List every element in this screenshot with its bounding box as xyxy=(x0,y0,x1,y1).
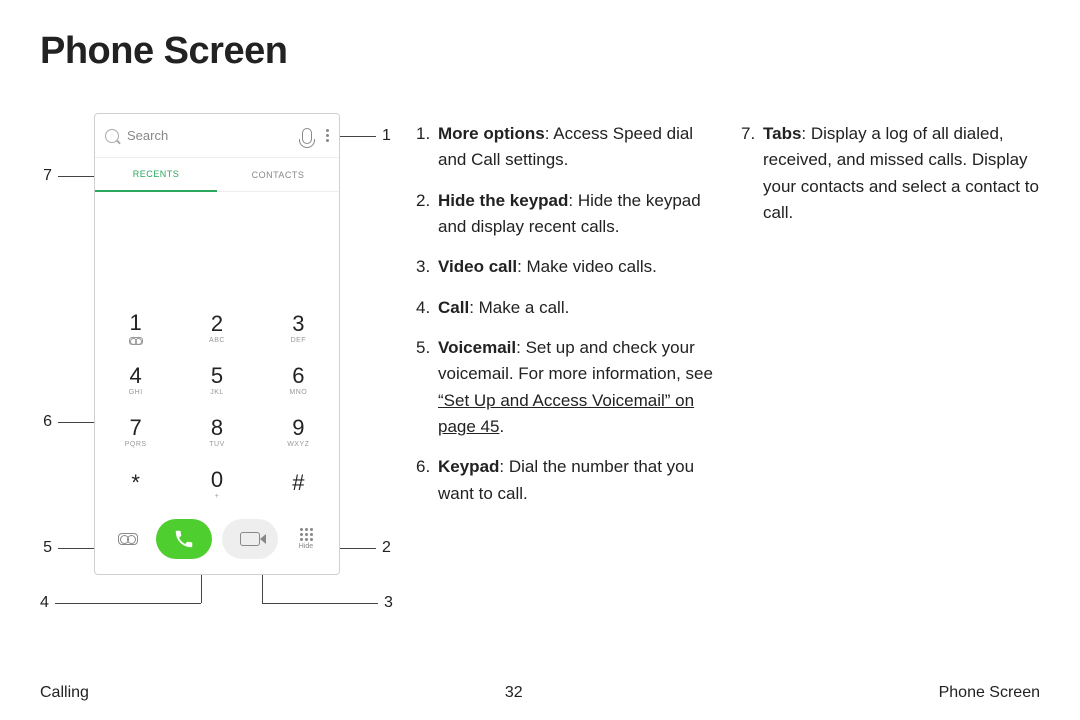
key-4: 4GHI xyxy=(95,354,176,406)
content-row: Search RECENTS CONTACTS 1 2ABC 3DEF 4GHI… xyxy=(40,113,1040,623)
desc-item-1: 1. More options: Access Speed dial and C… xyxy=(416,121,715,174)
phone-diagram: Search RECENTS CONTACTS 1 2ABC 3DEF 4GHI… xyxy=(40,113,396,623)
desc-col-1: 1. More options: Access Speed dial and C… xyxy=(416,121,715,623)
footer-left: Calling xyxy=(40,684,89,702)
key-2: 2ABC xyxy=(176,302,257,354)
key-hash: # xyxy=(258,458,339,510)
desc-item-4: 4. Call: Make a call. xyxy=(416,295,715,321)
more-options-icon xyxy=(326,129,329,142)
phone-action-row: Hide xyxy=(95,510,339,574)
phone-mock: Search RECENTS CONTACTS 1 2ABC 3DEF 4GHI… xyxy=(94,113,340,575)
phone-blank-area xyxy=(95,192,339,302)
search-icon xyxy=(105,129,119,143)
key-8: 8TUV xyxy=(176,406,257,458)
phone-icon xyxy=(173,528,195,550)
desc-item-5: 5. Voicemail: Set up and check your voic… xyxy=(416,335,715,440)
callout-lead-2: 2 xyxy=(340,539,396,557)
tab-recents: RECENTS xyxy=(95,158,217,192)
callout-lead-1: 1 xyxy=(340,127,396,145)
key-0: 0+ xyxy=(176,458,257,510)
key-9: 9WXYZ xyxy=(258,406,339,458)
desc-item-2: 2. Hide the keypad: Hide the keypad and … xyxy=(416,188,715,241)
key-1: 1 xyxy=(95,302,176,354)
footer-page-number: 32 xyxy=(505,684,523,702)
key-6: 6MNO xyxy=(258,354,339,406)
voicemail-icon xyxy=(118,533,138,545)
callout-lead-4: 4 xyxy=(40,594,201,612)
callout-lead-5: 5 xyxy=(40,539,94,557)
key-5: 5JKL xyxy=(176,354,257,406)
footer-right: Phone Screen xyxy=(939,684,1040,702)
phone-search-placeholder: Search xyxy=(127,128,302,143)
page-footer: Calling 32 Phone Screen xyxy=(40,684,1040,702)
callout-lead-6: 6 xyxy=(40,413,94,431)
phone-search-bar: Search xyxy=(95,114,339,158)
voicemail-glyph-icon xyxy=(129,337,143,345)
call-button xyxy=(156,519,212,559)
callout-lead-7: 7 xyxy=(40,167,94,185)
key-3: 3DEF xyxy=(258,302,339,354)
hide-label: Hide xyxy=(299,543,313,550)
desc-item-6: 6. Keypad: Dial the number that you want… xyxy=(416,454,715,507)
key-star: * xyxy=(95,458,176,510)
phone-tabs: RECENTS CONTACTS xyxy=(95,158,339,192)
desc-col-2: 7. Tabs: Display a log of all dialed, re… xyxy=(741,121,1040,623)
callout-stub-4 xyxy=(201,575,202,603)
tab-contacts: CONTACTS xyxy=(217,158,339,192)
page-title: Phone Screen xyxy=(40,30,1040,73)
voicemail-button xyxy=(110,519,146,559)
video-icon xyxy=(240,532,260,546)
mic-icon xyxy=(302,128,312,144)
video-call-button xyxy=(222,519,278,559)
desc-item-3: 3. Video call: Make video calls. xyxy=(416,254,715,280)
key-7: 7PQRS xyxy=(95,406,176,458)
desc-item-7: 7. Tabs: Display a log of all dialed, re… xyxy=(741,121,1040,226)
voicemail-link[interactable]: “Set Up and Access Voicemail” on page 45 xyxy=(438,391,694,436)
hide-keypad-button: Hide xyxy=(288,519,324,559)
keypad-grid-icon xyxy=(300,528,313,541)
phone-keypad: 1 2ABC 3DEF 4GHI 5JKL 6MNO 7PQRS 8TUV 9W… xyxy=(95,302,339,510)
callout-lead-3: 3 xyxy=(262,594,396,612)
description-columns: 1. More options: Access Speed dial and C… xyxy=(416,113,1040,623)
